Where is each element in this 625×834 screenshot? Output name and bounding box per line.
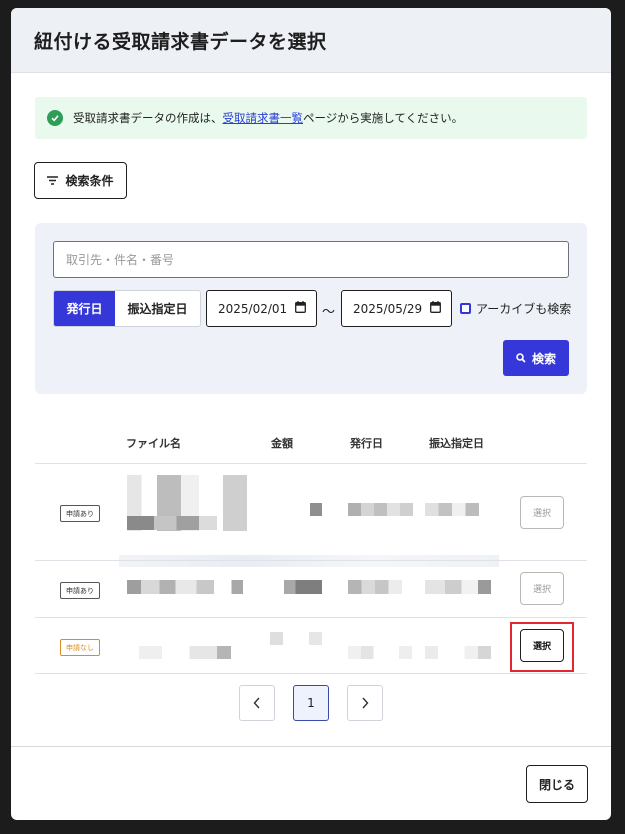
search-button[interactable]: 検索 [503, 340, 569, 376]
blurred-separator [119, 555, 499, 567]
search-button-label: 検索 [531, 351, 556, 366]
blurred-filename [127, 580, 243, 594]
column-header-issue-date: 発行日 [350, 437, 383, 450]
date-from-input[interactable]: 2025/02/01 [206, 290, 317, 327]
filter-icon [47, 176, 59, 185]
search-panel: 取引先・件名・番号 発行日 振込指定日 2025/02/01 〜 2025/05… [35, 223, 587, 394]
blurred-amount [270, 632, 322, 645]
alert-text-prefix: 受取請求書データの作成は、 [73, 111, 223, 125]
page-button-current[interactable]: 1 [293, 685, 329, 721]
alert-text-suffix: ページから実施してください。 [303, 111, 464, 125]
divider [35, 617, 587, 618]
column-header-filename: ファイル名 [126, 437, 181, 450]
date-type-toggle: 発行日 振込指定日 [53, 290, 201, 327]
date-to-value: 2025/05/29 [353, 301, 423, 316]
date-from-value: 2025/02/01 [218, 301, 288, 316]
select-row-button[interactable]: 選択 [520, 572, 564, 605]
chevron-left-icon [253, 697, 260, 709]
modal-title: 紐付ける受取請求書データを選択 [34, 30, 327, 53]
footer-divider [11, 746, 611, 747]
divider [35, 463, 587, 464]
blurred-issue-date [348, 646, 412, 659]
date-to-input[interactable]: 2025/05/29 [341, 290, 452, 327]
divider [35, 560, 587, 561]
keyword-search-input[interactable]: 取引先・件名・番号 [53, 241, 569, 278]
search-conditions-label: 検索条件 [65, 174, 114, 188]
archive-checkbox[interactable] [460, 303, 471, 314]
date-range-separator: 〜 [322, 305, 336, 320]
chevron-right-icon [362, 697, 369, 709]
blurred-transfer-date [425, 580, 491, 594]
modal-header: 紐付ける受取請求書データを選択 [11, 8, 611, 73]
calendar-icon[interactable] [295, 301, 306, 316]
next-page-button[interactable] [347, 685, 383, 721]
prev-page-button[interactable] [239, 685, 275, 721]
blurred-filename-line [127, 516, 217, 530]
status-badge: 申請なし [60, 639, 100, 656]
info-alert: 受取請求書データの作成は、 受取請求書一覧 ページから実施してください。 [35, 97, 587, 139]
blurred-issue-date [348, 503, 413, 516]
calendar-icon[interactable] [430, 301, 441, 316]
archive-label: アーカイブも検索 [476, 302, 572, 316]
column-header-amount: 金額 [271, 437, 293, 450]
search-conditions-button[interactable]: 検索条件 [34, 162, 127, 199]
check-circle-icon [47, 110, 63, 126]
column-header-transfer-date: 振込指定日 [429, 437, 484, 450]
search-icon [516, 353, 526, 363]
close-button[interactable]: 閉じる [526, 765, 588, 803]
highlight-box [510, 622, 574, 672]
blurred-amount [310, 503, 322, 516]
divider [35, 673, 587, 674]
invoice-list-link[interactable]: 受取請求書一覧 [223, 110, 304, 126]
date-type-issue[interactable]: 発行日 [54, 291, 115, 326]
select-row-button[interactable]: 選択 [520, 496, 564, 529]
blurred-amount [284, 580, 322, 594]
select-invoice-modal: 紐付ける受取請求書データを選択 受取請求書データの作成は、 受取請求書一覧 ペー… [11, 8, 611, 820]
status-badge: 申請あり [60, 582, 100, 599]
date-type-transfer[interactable]: 振込指定日 [115, 291, 200, 326]
blurred-transfer-date [425, 646, 491, 659]
status-badge: 申請あり [60, 505, 100, 522]
blurred-issue-date [348, 580, 402, 594]
archive-search-option[interactable]: アーカイブも検索 [460, 300, 571, 317]
blurred-transfer-date [425, 503, 479, 516]
blurred-filename [139, 646, 231, 659]
